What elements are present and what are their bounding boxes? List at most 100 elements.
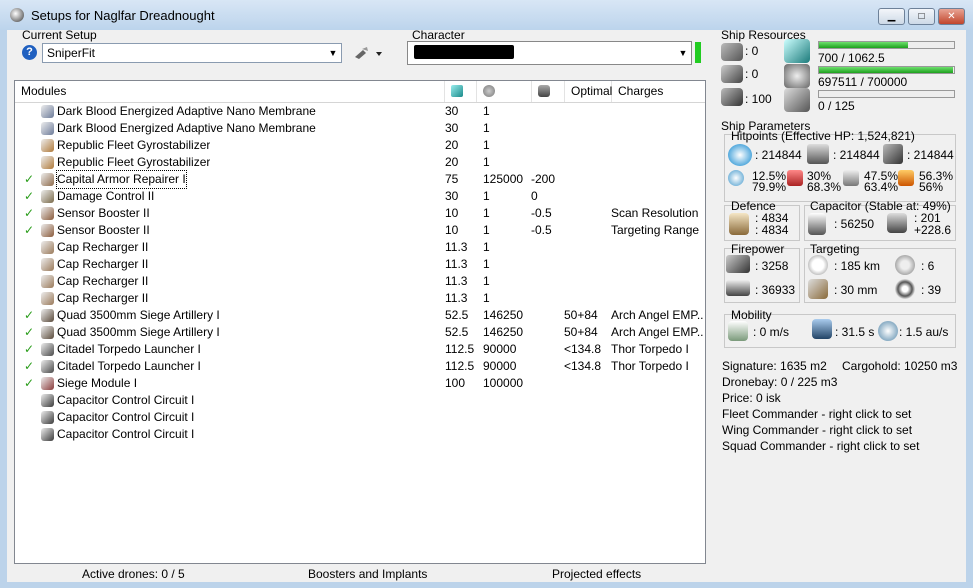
table-row[interactable]: Republic Fleet Gyrostabilizer 20 1: [15, 154, 705, 171]
column-cpu[interactable]: [445, 81, 477, 102]
launcher-hardpoint-icon: [721, 65, 743, 83]
active-check-icon[interactable]: ✓: [24, 375, 34, 392]
turret-slots: : 0: [745, 44, 759, 58]
shield-hp: : 214844: [755, 148, 802, 162]
module-cap: -200: [531, 172, 556, 186]
app-icon: [10, 8, 24, 22]
module-icon: [41, 292, 54, 305]
module-cpu: 75: [445, 172, 459, 186]
active-drones-status[interactable]: Active drones: 0 / 5: [82, 566, 185, 582]
column-modules[interactable]: Modules: [15, 81, 445, 102]
module-cpu: 20: [445, 155, 459, 169]
column-capacitor[interactable]: [532, 81, 565, 102]
table-row[interactable]: Dark Blood Energized Adaptive Nano Membr…: [15, 120, 705, 137]
table-row[interactable]: ✓ Citadel Torpedo Launcher I 112.5 90000 <13…: [15, 358, 705, 375]
module-charges: Arch Angel EMP...: [611, 325, 703, 339]
module-name: Cap Recharger II: [57, 240, 149, 254]
powergrid-bar-fill: [819, 67, 954, 73]
module-pg: 146250: [483, 308, 524, 322]
squad-commander[interactable]: Squad Commander - right click to set: [722, 439, 919, 453]
boosters-implants-status[interactable]: Boosters and Implants: [308, 566, 427, 582]
table-row[interactable]: Cap Recharger II 11.3 1: [15, 273, 705, 290]
max-velocity-icon: [728, 321, 748, 341]
module-cpu: 30: [445, 104, 459, 118]
module-name: Citadel Torpedo Launcher I: [57, 359, 201, 373]
column-powergrid[interactable]: [477, 81, 532, 102]
turret-hardpoint-icon: [721, 43, 743, 61]
module-pg: 90000: [483, 342, 517, 356]
table-row[interactable]: Capacitor Control Circuit I: [15, 426, 705, 443]
table-row[interactable]: ✓ Siege Module I 100 100000: [15, 375, 705, 392]
setup-actions-button[interactable]: [353, 45, 387, 61]
column-optimal[interactable]: Optimal: [565, 81, 612, 102]
table-row[interactable]: Cap Recharger II 11.3 1: [15, 256, 705, 273]
module-pg: 90000: [483, 359, 517, 373]
module-icon: [41, 360, 54, 373]
modules-list[interactable]: Modules Optimal Charges Dark Blood Energ…: [14, 80, 706, 564]
module-cpu: 52.5: [445, 308, 469, 322]
module-cap: 0: [531, 189, 538, 203]
column-charges[interactable]: Charges: [612, 81, 705, 102]
active-check-icon[interactable]: ✓: [24, 205, 34, 222]
armor-icon: [807, 144, 829, 164]
module-charges: Scan Resolution: [611, 206, 699, 220]
module-pg: 1: [483, 257, 490, 271]
module-optimal: 50+84: [564, 325, 598, 339]
module-icon: [41, 190, 54, 203]
capacitor-amount: : 56250: [834, 217, 875, 231]
module-pg: 1: [483, 104, 490, 118]
maximize-button[interactable]: □: [908, 8, 935, 25]
hitpoints-label: Hitpoints (Effective HP: 1,524,821): [731, 129, 915, 143]
table-row[interactable]: Cap Recharger II 11.3 1: [15, 290, 705, 307]
sensor-strength-icon: [895, 279, 915, 299]
help-icon[interactable]: ?: [22, 45, 37, 60]
table-row[interactable]: ✓ Sensor Booster II 10 1 -0.5 Scan Resolution: [15, 205, 705, 222]
cpu-bar-fill: [819, 42, 909, 48]
minimize-button[interactable]: ▁: [878, 8, 905, 25]
character-select[interactable]: ▼: [407, 41, 692, 65]
active-check-icon[interactable]: ✓: [24, 341, 34, 358]
window-title: Setups for Naglfar Dreadnought: [31, 8, 215, 23]
table-row[interactable]: Capacitor Control Circuit I: [15, 409, 705, 426]
table-row[interactable]: Capacitor Control Circuit I: [15, 392, 705, 409]
table-row[interactable]: ✓ Quad 3500mm Siege Artillery I 52.5 146250…: [15, 324, 705, 341]
capacitor-icon: [808, 213, 826, 235]
em-resist-icon: [728, 170, 744, 186]
table-row[interactable]: ✓ Damage Control II 30 1 0: [15, 188, 705, 205]
module-icon: [41, 428, 54, 441]
table-row[interactable]: Dark Blood Energized Adaptive Nano Membr…: [15, 103, 705, 120]
table-row[interactable]: ✓ Sensor Booster II 10 1 -0.5 Targeting Range: [15, 222, 705, 239]
cpu-icon: [451, 85, 463, 97]
module-cpu: 11.3: [445, 240, 468, 254]
character-status-indicator: [695, 42, 701, 63]
module-icon: [41, 394, 54, 407]
character-label: Character: [412, 28, 465, 42]
active-check-icon[interactable]: ✓: [24, 188, 34, 205]
module-name: Quad 3500mm Siege Artillery I: [57, 325, 220, 339]
table-row[interactable]: Cap Recharger II 11.3 1: [15, 239, 705, 256]
active-check-icon[interactable]: ✓: [24, 222, 34, 239]
module-cpu: 30: [445, 121, 459, 135]
title-bar[interactable]: Setups for Naglfar Dreadnought ▁ □ ✕: [0, 0, 973, 30]
wing-commander[interactable]: Wing Commander - right click to set: [722, 423, 912, 437]
table-row[interactable]: ✓ Capital Armor Repairer I 75 125000 -200: [15, 170, 705, 189]
table-row[interactable]: ✓ Citadel Torpedo Launcher I 112.5 90000 <13…: [15, 341, 705, 358]
close-button[interactable]: ✕: [938, 8, 965, 25]
fleet-commander[interactable]: Fleet Commander - right click to set: [722, 407, 911, 421]
armor-hp: : 214844: [833, 148, 880, 162]
setup-select[interactable]: SniperFit ▼: [42, 43, 342, 63]
active-check-icon[interactable]: ✓: [24, 358, 34, 375]
module-charges: Thor Torpedo I: [611, 342, 689, 356]
table-row[interactable]: ✓ Quad 3500mm Siege Artillery I 52.5 146250…: [15, 307, 705, 324]
table-row[interactable]: Republic Fleet Gyrostabilizer 20 1: [15, 137, 705, 154]
module-pg: 1: [483, 138, 490, 152]
projected-effects-status[interactable]: Projected effects: [552, 566, 641, 582]
active-check-icon[interactable]: ✓: [24, 171, 34, 188]
module-icon: [41, 173, 54, 186]
module-icon: [41, 207, 54, 220]
active-check-icon[interactable]: ✓: [24, 324, 34, 341]
module-name: Republic Fleet Gyrostabilizer: [57, 138, 211, 152]
thermal-resist-armor: 68.3%: [807, 180, 842, 194]
module-icon: [41, 122, 54, 135]
active-check-icon[interactable]: ✓: [24, 307, 34, 324]
